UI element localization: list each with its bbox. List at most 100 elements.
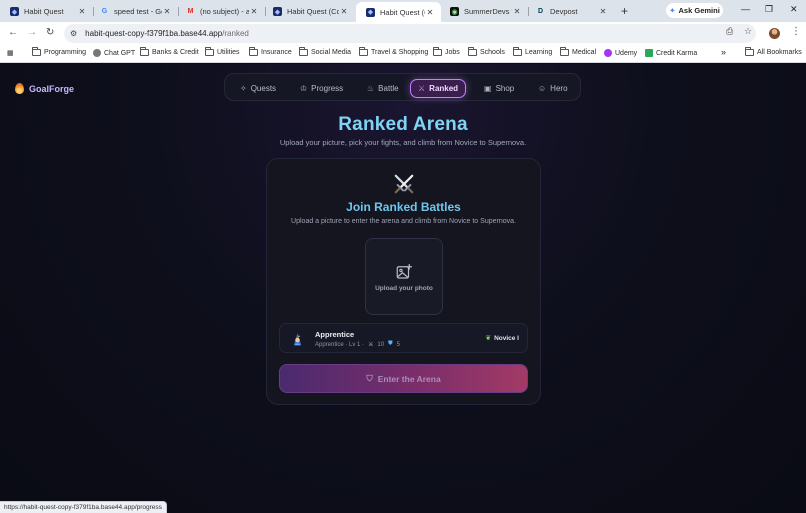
sprout-icon: ❦ [485,335,492,342]
close-icon[interactable]: ✕ [339,7,349,16]
nav-hero[interactable]: ☺ Hero [538,79,568,98]
nav-quests[interactable]: ✧ Quests [240,79,276,98]
profile-avatar[interactable] [769,28,780,39]
close-icon[interactable]: ✕ [512,7,522,16]
bookmark-credit-karma[interactable]: Credit Karma [645,49,697,57]
bookmark-folder-programming[interactable]: Programming [32,47,86,56]
player-level: Apprentice · Lv 1 · [315,341,365,348]
forward-icon[interactable]: → [27,27,37,38]
gemini-sparkle-icon: ✦ [669,6,676,15]
bookmark-chatgpt[interactable]: Chat GPT [93,49,135,57]
bookmark-folder-schools[interactable]: Schools [468,47,505,56]
minimize-icon[interactable]: — [741,4,750,14]
tab-title: Habit Quest (Cop... [287,7,339,16]
tab-title: Habit Quest (Cop... [380,7,425,17]
bookmark-folder-travel[interactable]: Travel & Shopping [359,47,429,56]
url-path: /ranked [222,29,249,38]
crossed-swords-icon [394,174,414,194]
bookmark-folder-utilities[interactable]: Utilities [205,47,240,56]
rank-badge: ❦ Novice I [485,334,519,343]
bookmarks-bar: ▦ Programming Chat GPT Banks & Credit Ut… [0,44,806,63]
nav-label: Battle [378,84,399,93]
google-icon: G [101,8,108,15]
shield-stat-value: 5 [396,341,400,348]
more-bookmarks-icon[interactable]: » [721,47,726,57]
ask-gemini-button[interactable]: ✦ Ask Gemini [666,3,723,18]
browser-tab[interactable]: M (no subject) - ab... ✕ [176,3,265,20]
close-icon[interactable]: ✕ [598,7,608,16]
bookmark-label: Banks & Credit [152,49,199,56]
browser-tab[interactable]: D Devpost ✕ [526,3,614,20]
upload-label: Upload your photo [375,285,433,292]
folder-icon [249,47,258,56]
credit-karma-icon [645,49,653,57]
new-tab-button[interactable]: + [621,4,628,18]
shield-check-icon: ⛉ [366,373,373,383]
nav-ranked[interactable]: ⚔ Ranked [410,79,467,98]
brand-name: GoalForge [29,83,75,94]
nav-label: Progress [311,84,344,93]
bookmark-label: Travel & Shopping [371,49,429,56]
tab-title: Habit Quest [24,7,64,16]
habit-quest-icon: ◆ [366,7,375,17]
upload-photo-dropzone[interactable]: Upload your photo [365,238,443,315]
bookmark-folder-banks[interactable]: Banks & Credit [140,47,199,56]
status-bar: https://habit-quest-copy-f379f1ba.base44… [0,501,167,513]
nav-shop[interactable]: ▣ Shop [484,79,514,98]
bookmark-label: Utilities [217,49,240,56]
close-icon[interactable]: ✕ [249,7,259,16]
chatgpt-icon [93,49,101,57]
reload-icon[interactable]: ↻ [46,27,54,38]
bookmark-label: Medical [572,49,597,56]
browser-tab[interactable]: ◆ Habit Quest ✕ [0,3,93,20]
window-close-icon[interactable]: ✕ [790,4,798,15]
close-icon[interactable]: ✕ [162,7,172,16]
apps-grid-icon[interactable]: ▦ [7,49,14,57]
nav-battle[interactable]: ♨ Battle [367,79,399,98]
sword-stat-icon: ⚔ [368,342,374,348]
close-icon[interactable]: ✕ [77,7,87,16]
site-info-icon[interactable]: ⚙ [70,29,77,38]
address-bar[interactable]: ⚙ habit-quest-copy-f379f1ba.base44.app/r… [64,24,756,43]
browser-menu-icon[interactable]: ⋮ [791,26,801,37]
tab-strip: ◆ Habit Quest ✕ G speed test - Goo... ✕ … [0,0,806,22]
bookmark-udemy[interactable]: Udemy [604,49,637,57]
bookmark-label: Learning [525,49,553,56]
gmail-icon: M [187,8,194,15]
folder-icon [299,47,308,56]
bookmark-folder-medical[interactable]: Medical [560,47,597,56]
install-app-icon[interactable]: ⎙ [726,26,733,37]
enter-arena-button[interactable]: ⛉ Enter the Arena [279,364,528,393]
browser-tab-active[interactable]: ◆ Habit Quest (Cop... ✕ [356,2,441,22]
browser-tab[interactable]: ◉ SummerDevs '26... ✕ [440,3,528,20]
bookmark-folder-social[interactable]: Social Media [299,47,351,56]
main-nav: ✧ Quests ♔ Progress ♨ Battle ⚔ Ranked ▣ … [224,73,581,101]
bookmark-folder-insurance[interactable]: Insurance [249,47,292,56]
nav-label: Ranked [429,84,459,93]
page-title: Ranked Arena [338,114,468,135]
crossed-swords-icon: ⚔ [418,84,426,93]
all-bookmarks[interactable]: All Bookmarks [745,47,802,56]
nav-label: Shop [495,84,515,93]
restore-icon[interactable]: ❐ [765,4,773,15]
bookmark-folder-jobs[interactable]: Jobs [433,47,460,56]
user-icon: ☺ [538,84,547,93]
brand-logo[interactable]: GoalForge [15,83,74,94]
tab-title: SummerDevs '26... [464,7,512,16]
back-icon[interactable]: ← [8,27,18,38]
player-name: Apprentice [315,330,355,339]
close-icon[interactable]: ✕ [425,8,435,17]
card-subtitle: Upload a picture to enter the arena and … [291,218,516,225]
wizard-avatar-icon [293,333,302,346]
trophy-icon: ♔ [300,84,308,93]
nav-label: Quests [250,84,277,93]
browser-tab[interactable]: ◆ Habit Quest (Cop... ✕ [263,3,355,20]
tab-title: speed test - Goo... [114,7,162,16]
folder-icon [433,47,442,56]
bookmark-star-icon[interactable]: ☆ [744,26,752,37]
bookmark-folder-learning[interactable]: Learning [513,47,553,56]
enter-arena-label: Enter the Arena [377,373,441,384]
folder-icon [513,47,522,56]
nav-progress[interactable]: ♔ Progress [300,79,343,98]
browser-tab[interactable]: G speed test - Goo... ✕ [90,3,178,20]
